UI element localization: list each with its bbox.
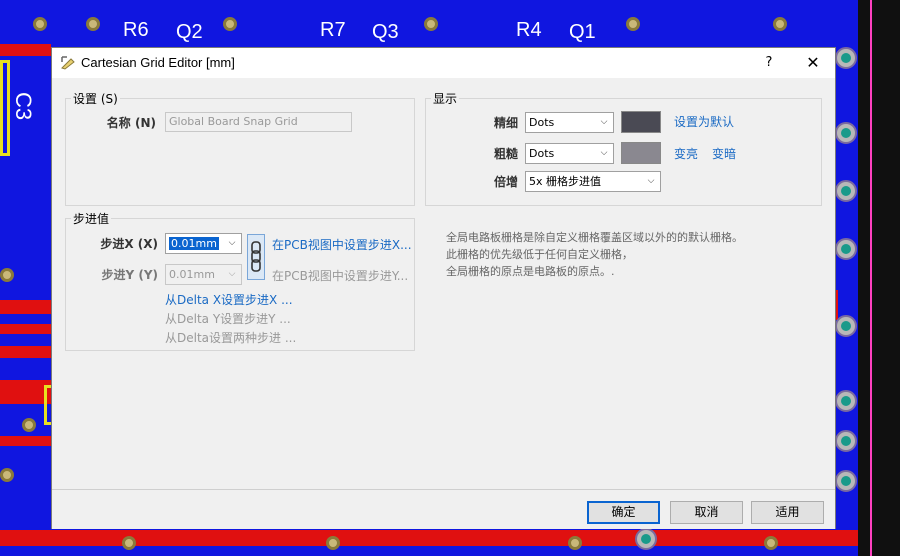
both-steps-from-delta-link[interactable]: 从Delta设置两种步进 ... xyxy=(165,329,296,346)
designator-label: C3 xyxy=(11,92,36,121)
pad xyxy=(764,536,778,550)
trace xyxy=(0,346,51,358)
chevron-down-icon: ⌵ xyxy=(600,117,608,127)
designator-label: Q2 xyxy=(176,21,203,43)
settings-group-title: 设置 (S) xyxy=(71,90,120,107)
close-button[interactable]: ✕ xyxy=(800,52,826,74)
pad xyxy=(326,536,340,550)
step-x-select[interactable]: 0.01mm ⌵ xyxy=(165,233,242,254)
pad xyxy=(626,17,640,31)
via xyxy=(835,315,857,337)
pad xyxy=(122,536,136,550)
multiplier-label: 倍增 xyxy=(493,175,518,189)
grid-editor-icon xyxy=(61,56,75,70)
chain-link-icon xyxy=(251,241,261,272)
chevron-down-icon: ⌵ xyxy=(647,176,655,186)
coarse-style-select[interactable]: Dots ⌵ xyxy=(525,143,614,164)
silkscreen-outline xyxy=(0,60,10,156)
fine-style-value: Dots xyxy=(529,116,555,129)
via xyxy=(835,180,857,202)
display-group: 显示 精细 Dots ⌵ 设置为默认 粗糙 Dots ⌵ 变亮 变暗 倍增 5x… xyxy=(425,90,822,206)
help-button[interactable]: ? xyxy=(758,52,780,74)
via xyxy=(835,122,857,144)
via xyxy=(835,47,857,69)
step-x-label: 步进X (X) xyxy=(100,237,158,251)
designator-label: Q3 xyxy=(372,21,399,43)
via xyxy=(635,528,657,550)
apply-button[interactable]: 适用 xyxy=(751,501,824,524)
title-bar[interactable]: Cartesian Grid Editor [mm] ? ✕ xyxy=(52,48,835,78)
info-line: 全局栅格的原点是电路板的原点。. xyxy=(446,265,615,278)
dialog-footer: 确定 取消 适用 xyxy=(52,489,835,529)
set-default-link[interactable]: 设置为默认 xyxy=(674,113,734,130)
trace xyxy=(0,300,51,314)
multiplier-select[interactable]: 5x 栅格步进值 ⌵ xyxy=(525,171,661,192)
chevron-down-icon: ⌵ xyxy=(228,238,236,248)
cartesian-grid-editor-dialog: Cartesian Grid Editor [mm] ? ✕ 设置 (S) 名称… xyxy=(51,47,836,529)
designator-label: R4 xyxy=(516,19,542,41)
trace xyxy=(0,436,51,446)
step-y-value: 0.01mm xyxy=(169,268,215,281)
pad xyxy=(223,17,237,31)
pad xyxy=(33,17,47,31)
step-x-value: 0.01mm xyxy=(169,237,219,250)
coarse-color-swatch[interactable] xyxy=(621,142,661,164)
grid-info-text: 全局电路板栅格是除自定义栅格覆盖区域以外的的默认栅格。 此栅格的优先级低于任何自… xyxy=(446,229,816,280)
chevron-down-icon: ⌵ xyxy=(228,269,236,279)
step-group: 步进值 步进X (X) 0.01mm ⌵ 步进Y (Y) 0.01mm ⌵ 在P… xyxy=(65,210,415,351)
fine-label: 精细 xyxy=(493,116,518,130)
coarse-style-value: Dots xyxy=(529,147,555,160)
via xyxy=(835,430,857,452)
via xyxy=(835,238,857,260)
chevron-down-icon: ⌵ xyxy=(600,148,608,158)
canvas-edge-area xyxy=(858,0,900,556)
step-y-from-delta-link[interactable]: 从Delta Y设置步进Y ... xyxy=(165,310,291,327)
dialog-title: Cartesian Grid Editor [mm] xyxy=(81,55,235,70)
trace xyxy=(0,44,51,56)
set-step-y-in-pcb-link[interactable]: 在PCB视图中设置步进Y... xyxy=(272,267,408,284)
coarse-label: 粗糙 xyxy=(493,147,518,161)
trace xyxy=(0,324,51,334)
info-line: 全局电路板栅格是除自定义栅格覆盖区域以外的的默认栅格。 xyxy=(446,231,743,244)
name-field[interactable]: Global Board Snap Grid xyxy=(165,112,352,132)
set-step-x-in-pcb-link[interactable]: 在PCB视图中设置步进X... xyxy=(272,236,412,253)
link-xy-toggle[interactable] xyxy=(247,234,265,280)
settings-group: 设置 (S) 名称 (N) Global Board Snap Grid xyxy=(65,90,415,206)
designator-label: R6 xyxy=(123,19,149,41)
pad xyxy=(0,468,14,482)
pad xyxy=(0,268,14,282)
lighten-link[interactable]: 变亮 xyxy=(674,145,698,162)
fine-color-swatch[interactable] xyxy=(621,111,661,133)
designator-label: Q1 xyxy=(569,21,596,43)
pad xyxy=(22,418,36,432)
info-line: 此栅格的优先级低于任何自定义栅格， xyxy=(446,248,633,261)
pad xyxy=(568,536,582,550)
cancel-button[interactable]: 取消 xyxy=(670,501,743,524)
pad xyxy=(86,17,100,31)
board-outline xyxy=(870,0,872,556)
multiplier-value: 5x 栅格步进值 xyxy=(529,175,602,188)
name-label: 名称 (N) xyxy=(106,116,156,130)
ok-button[interactable]: 确定 xyxy=(587,501,660,524)
via xyxy=(835,470,857,492)
fine-style-select[interactable]: Dots ⌵ xyxy=(525,112,614,133)
display-group-title: 显示 xyxy=(431,90,460,107)
step-x-from-delta-link[interactable]: 从Delta X设置步进X ... xyxy=(165,291,293,308)
step-y-select[interactable]: 0.01mm ⌵ xyxy=(165,264,242,285)
step-group-title: 步进值 xyxy=(71,210,112,227)
pad xyxy=(424,17,438,31)
via xyxy=(835,390,857,412)
step-y-label: 步进Y (Y) xyxy=(101,268,158,282)
designator-label: R7 xyxy=(320,19,346,41)
pad xyxy=(773,17,787,31)
darken-link[interactable]: 变暗 xyxy=(712,145,736,162)
